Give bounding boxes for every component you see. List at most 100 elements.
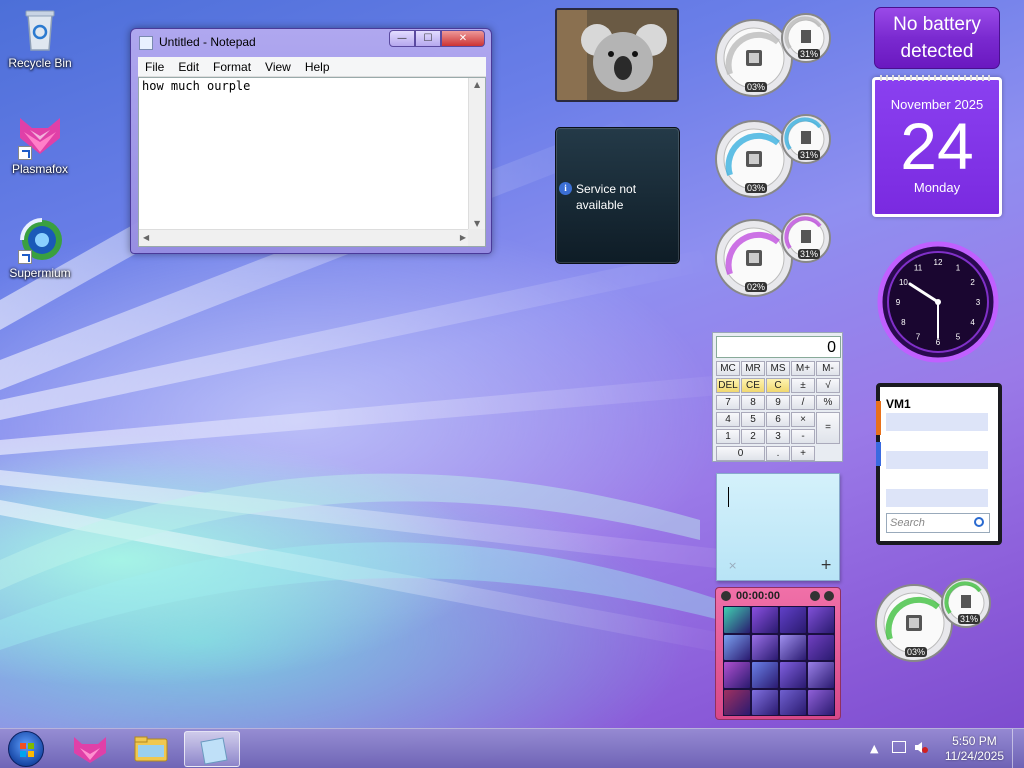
calculator-key[interactable]: 3 xyxy=(766,429,790,444)
menu-format[interactable]: Format xyxy=(206,60,258,74)
calculator-key[interactable]: % xyxy=(816,395,840,410)
puzzle-tile[interactable] xyxy=(808,689,834,715)
vm-list-item[interactable] xyxy=(886,413,988,431)
puzzle-tile[interactable] xyxy=(808,662,834,688)
scroll-left-icon[interactable]: ◀ xyxy=(143,233,149,242)
shortcut-arrow-icon xyxy=(18,250,32,264)
calculator-key[interactable]: CE xyxy=(741,378,765,393)
cpu-meter-gadget[interactable]: 02% 31% xyxy=(714,212,840,305)
taskbar-notepad[interactable] xyxy=(184,731,240,767)
feed-headlines-gadget[interactable]: i Service not available xyxy=(555,127,680,264)
taskbar-file-explorer[interactable] xyxy=(123,731,179,767)
calculator-key[interactable]: 5 xyxy=(741,412,765,427)
puzzle-tile[interactable] xyxy=(752,607,778,633)
vm-list-item[interactable] xyxy=(886,451,988,469)
calendar-gadget[interactable]: November 2025 24 Monday xyxy=(872,75,1002,217)
start-button[interactable] xyxy=(8,731,44,767)
add-note-icon[interactable]: + xyxy=(820,557,832,573)
battery-gadget[interactable]: No battery detected xyxy=(874,7,1000,69)
puzzle-tile[interactable] xyxy=(780,607,806,633)
calculator-key[interactable]: M- xyxy=(816,361,840,376)
close-button[interactable]: ✕ xyxy=(441,30,485,47)
calculator-key[interactable]: 6 xyxy=(766,412,790,427)
puzzle-help-icon[interactable] xyxy=(810,591,820,601)
cpu-meter-gadget[interactable]: 03% 31% xyxy=(714,12,840,105)
vm-gadget[interactable]: VM1 Search xyxy=(876,383,1002,545)
desktop-icon-plasmafox[interactable]: Plasmafox xyxy=(0,112,80,176)
vm-list-item[interactable] xyxy=(886,489,988,507)
clock-numeral: 3 xyxy=(976,298,981,307)
puzzle-pause-icon[interactable] xyxy=(721,591,731,601)
sticky-note-gadget[interactable]: × + xyxy=(716,473,840,581)
menu-help[interactable]: Help xyxy=(298,60,337,74)
calculator-key[interactable]: - xyxy=(791,429,815,444)
menu-view[interactable]: View xyxy=(258,60,298,74)
show-desktop-button[interactable] xyxy=(1012,729,1024,768)
calculator-key[interactable]: MS xyxy=(766,361,790,376)
search-icon[interactable] xyxy=(974,517,984,527)
text-editor-area[interactable]: how much ourple ▲ ▼ ◀ ▶ xyxy=(138,77,486,247)
puzzle-tile[interactable] xyxy=(752,689,778,715)
resize-grip[interactable] xyxy=(468,229,485,246)
clock-gadget[interactable]: 12 1 2 3 4 5 6 7 8 9 10 11 xyxy=(876,240,1000,364)
calculator-key[interactable]: DEL xyxy=(716,378,740,393)
calculator-key[interactable]: MR xyxy=(741,361,765,376)
slideshow-gadget[interactable] xyxy=(555,8,679,102)
puzzle-grid[interactable] xyxy=(723,606,835,716)
puzzle-tile[interactable] xyxy=(780,662,806,688)
desktop-icon-recycle-bin[interactable]: Recycle Bin xyxy=(0,6,80,70)
picture-puzzle-gadget[interactable]: 00:00:00 xyxy=(715,587,841,720)
calculator-key[interactable]: = xyxy=(816,412,840,444)
vertical-scrollbar[interactable]: ▲ ▼ xyxy=(468,78,485,230)
calculator-key[interactable]: 2 xyxy=(741,429,765,444)
calculator-key[interactable]: 9 xyxy=(766,395,790,410)
puzzle-tile[interactable] xyxy=(724,662,750,688)
taskbar-plasmafox[interactable] xyxy=(62,731,118,767)
puzzle-tile[interactable] xyxy=(780,634,806,660)
desktop-icon-supermium[interactable]: Supermium xyxy=(0,216,80,280)
network-icon[interactable] xyxy=(892,741,906,753)
cpu-meter-gadget[interactable]: 03% 31% xyxy=(714,113,840,206)
puzzle-tile[interactable] xyxy=(724,689,750,715)
menu-edit[interactable]: Edit xyxy=(171,60,206,74)
puzzle-solve-icon[interactable] xyxy=(824,591,834,601)
system-clock[interactable]: 5:50 PM 11/24/2025 xyxy=(945,734,1004,764)
puzzle-tile[interactable] xyxy=(724,607,750,633)
calculator-key[interactable]: C xyxy=(766,378,790,393)
calculator-key[interactable]: 1 xyxy=(716,429,740,444)
delete-note-icon[interactable]: × xyxy=(728,559,737,572)
horizontal-scrollbar[interactable]: ◀ ▶ xyxy=(139,229,470,246)
menu-file[interactable]: File xyxy=(138,60,171,74)
calculator-key[interactable]: 0 xyxy=(716,446,765,461)
calculator-key[interactable]: 7 xyxy=(716,395,740,410)
puzzle-tile[interactable] xyxy=(752,662,778,688)
vm-tab-orange[interactable] xyxy=(876,401,881,435)
puzzle-tile[interactable] xyxy=(752,634,778,660)
scroll-right-icon[interactable]: ▶ xyxy=(460,233,466,242)
calculator-gadget[interactable]: 0 MCMRMSM+M-DELCEC±√789/%456×¹⁄ₓ123-=0.+ xyxy=(712,332,843,462)
puzzle-tile[interactable] xyxy=(808,634,834,660)
calculator-key[interactable]: M+ xyxy=(791,361,815,376)
puzzle-tile[interactable] xyxy=(780,689,806,715)
calculator-key[interactable]: . xyxy=(766,446,790,461)
puzzle-tile[interactable] xyxy=(808,607,834,633)
calculator-key[interactable]: ± xyxy=(791,378,815,393)
scroll-up-icon[interactable]: ▲ xyxy=(474,80,480,89)
show-hidden-icons[interactable]: ▲ xyxy=(870,742,878,755)
calculator-key[interactable]: 8 xyxy=(741,395,765,410)
calculator-key[interactable]: 4 xyxy=(716,412,740,427)
battery-status-line1: No battery xyxy=(893,14,981,35)
calculator-key[interactable]: + xyxy=(791,446,815,461)
maximize-button[interactable]: ☐ xyxy=(415,30,441,47)
volume-muted-icon[interactable] xyxy=(914,741,928,754)
notepad-window[interactable]: Untitled - Notepad — ☐ ✕ File Edit Forma… xyxy=(130,28,492,254)
cpu-meter-gadget[interactable]: 03% 31% xyxy=(874,577,1000,670)
calculator-key[interactable]: MC xyxy=(716,361,740,376)
calculator-key[interactable]: / xyxy=(791,395,815,410)
scroll-down-icon[interactable]: ▼ xyxy=(474,219,480,228)
minimize-button[interactable]: — xyxy=(389,30,415,47)
puzzle-tile[interactable] xyxy=(724,634,750,660)
calculator-key[interactable]: √ xyxy=(816,378,840,393)
vm-tab-blue[interactable] xyxy=(876,442,881,466)
calculator-key[interactable]: × xyxy=(791,412,815,427)
